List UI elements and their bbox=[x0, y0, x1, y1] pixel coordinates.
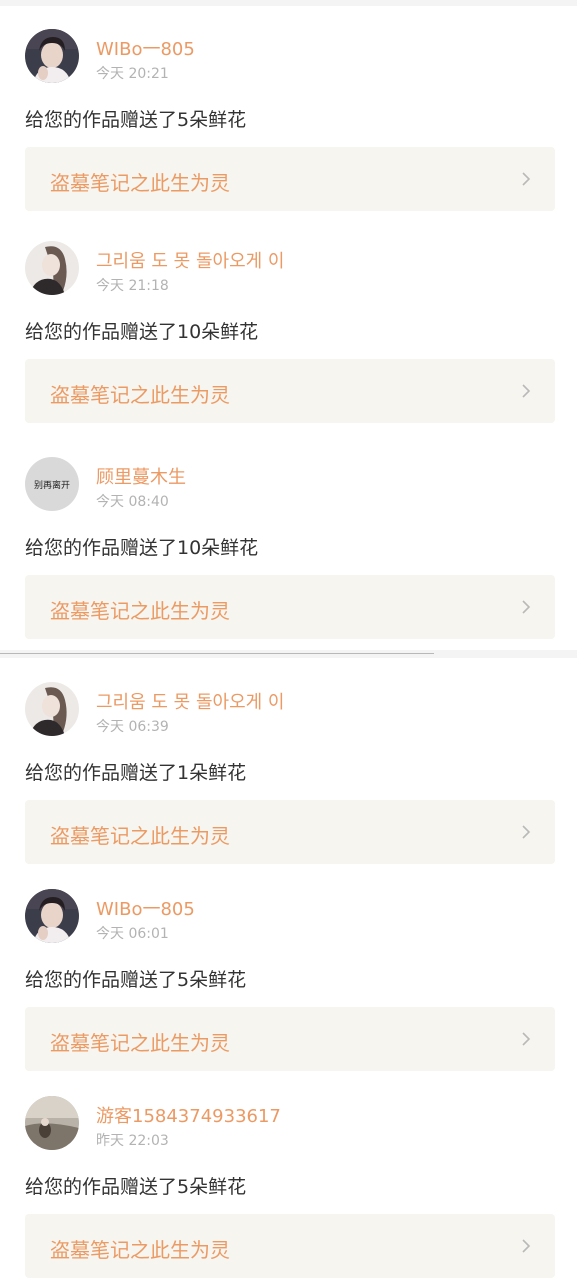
avatar[interactable] bbox=[25, 1096, 79, 1150]
timestamp: 今天 06:39 bbox=[96, 719, 169, 735]
avatar[interactable] bbox=[25, 682, 79, 736]
timestamp: 今天 06:01 bbox=[96, 926, 169, 942]
username[interactable]: 그리움 도 못 돌아오게 이 bbox=[96, 247, 285, 273]
work-link[interactable]: 盗墓笔记之此生为灵 bbox=[25, 147, 555, 211]
work-title: 盗墓笔记之此生为灵 bbox=[50, 1031, 230, 1055]
screenshot-seam bbox=[0, 650, 577, 658]
work-title: 盗墓笔记之此生为灵 bbox=[50, 171, 230, 195]
username[interactable]: 顾里蔓木生 bbox=[96, 463, 186, 489]
avatar[interactable] bbox=[25, 889, 79, 943]
avatar[interactable] bbox=[25, 29, 79, 83]
username[interactable]: 그리움 도 못 돌아오게 이 bbox=[96, 688, 285, 714]
gift-message: 给您的作品赠送了10朵鲜花 bbox=[25, 537, 259, 559]
gift-message: 给您的作品赠送了1朵鲜花 bbox=[25, 762, 247, 784]
top-divider bbox=[0, 0, 577, 6]
gift-message: 给您的作品赠送了5朵鲜花 bbox=[25, 969, 247, 991]
avatar[interactable]: 别再离开 bbox=[25, 457, 79, 511]
work-link[interactable]: 盗墓笔记之此生为灵 bbox=[25, 1007, 555, 1071]
gift-message: 给您的作品赠送了10朵鲜花 bbox=[25, 321, 259, 343]
timestamp: 今天 08:40 bbox=[96, 494, 169, 510]
timestamp: 昨天 22:03 bbox=[96, 1133, 169, 1149]
chevron-right-icon bbox=[522, 1239, 531, 1253]
work-title: 盗墓笔记之此生为灵 bbox=[50, 824, 230, 848]
gift-notification-list: WIBo一805 今天 20:21 给您的作品赠送了5朵鲜花 盗墓笔记之此生为灵… bbox=[0, 0, 577, 1280]
username[interactable]: WIBo一805 bbox=[96, 895, 195, 921]
timestamp: 今天 20:21 bbox=[96, 66, 169, 82]
chevron-right-icon bbox=[522, 1032, 531, 1046]
gift-message: 给您的作品赠送了5朵鲜花 bbox=[25, 109, 247, 131]
work-title: 盗墓笔记之此生为灵 bbox=[50, 1238, 230, 1262]
username[interactable]: WIBo一805 bbox=[96, 35, 195, 61]
chevron-right-icon bbox=[522, 384, 531, 398]
work-link[interactable]: 盗墓笔记之此生为灵 bbox=[25, 800, 555, 864]
work-link[interactable]: 盗墓笔记之此生为灵 bbox=[25, 359, 555, 423]
work-title: 盗墓笔记之此生为灵 bbox=[50, 383, 230, 407]
timestamp: 今天 21:18 bbox=[96, 278, 169, 294]
chevron-right-icon bbox=[522, 600, 531, 614]
avatar[interactable] bbox=[25, 241, 79, 295]
work-link[interactable]: 盗墓笔记之此生为灵 bbox=[25, 1214, 555, 1278]
avatar-calligraphy: 别再离开 bbox=[34, 479, 70, 491]
work-link[interactable]: 盗墓笔记之此生为灵 bbox=[25, 575, 555, 639]
chevron-right-icon bbox=[522, 172, 531, 186]
gift-message: 给您的作品赠送了5朵鲜花 bbox=[25, 1176, 247, 1198]
chevron-right-icon bbox=[522, 825, 531, 839]
work-title: 盗墓笔记之此生为灵 bbox=[50, 599, 230, 623]
username[interactable]: 游客1584374933617 bbox=[96, 1102, 281, 1128]
divider bbox=[0, 653, 434, 654]
